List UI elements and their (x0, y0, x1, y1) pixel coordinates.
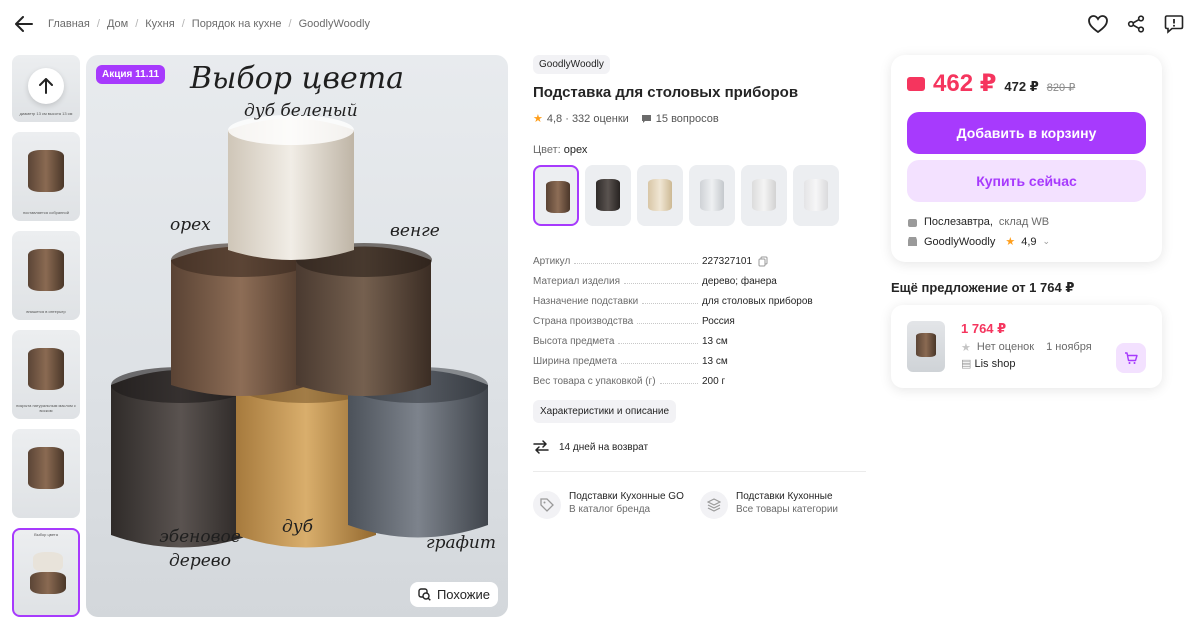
spec-row: Высота предмета 13 см (533, 335, 728, 347)
spec-row: Вес товара с упаковкой (г) 200 г (533, 375, 726, 387)
spec-row: Ширина предмета 13 см (533, 355, 728, 367)
spec-row: Страна производства Россия (533, 315, 735, 327)
product-image[interactable]: Акция 11.11 Выбор цвета дуб беленый орех… (86, 55, 508, 617)
color-caption: эбеновое дерево (159, 527, 241, 571)
wallet-icon (907, 76, 925, 91)
cart-icon (1125, 351, 1138, 364)
shop-icon (908, 237, 917, 246)
offer-rating: Нет оценок (976, 341, 1035, 353)
shop-icon: ▤ (961, 358, 972, 370)
seller-info[interactable]: GoodlyWoodly ★ 4,9 ⌄ (907, 235, 1146, 248)
questions-count: 15 вопросов (655, 112, 719, 125)
divider (533, 471, 866, 472)
thumbnail[interactable]: покрыта натуральным маслом с воском (12, 330, 80, 419)
color-caption: орех (170, 215, 211, 235)
breadcrumb-item[interactable]: GoodlyWoodly (299, 18, 370, 30)
similar-label: Похожие (436, 587, 490, 602)
product-info: GoodlyWoodly Подставка для столовых приб… (533, 55, 866, 519)
tag-icon (540, 498, 554, 512)
price-main: 462 ₽ (933, 70, 997, 97)
similar-button[interactable]: Похожие (409, 582, 498, 607)
color-label: Цвет: орех (533, 144, 588, 156)
offer-shop: Lis shop (974, 358, 1016, 370)
return-arrows-icon (533, 440, 549, 454)
star-icon: ★ (1005, 236, 1016, 248)
color-caption: графит (426, 533, 496, 553)
thumbnail[interactable]: впишется в интерьер (12, 231, 80, 320)
breadcrumb: Главная / Дом / Кухня / Порядок на кухне / G… (48, 18, 370, 30)
share-button[interactable] (1124, 12, 1148, 36)
thumbnail-caption: впишется в интерьер (26, 309, 66, 314)
questions-link[interactable]: 15 вопросов (641, 113, 719, 125)
star-icon: ★ (961, 342, 971, 354)
arrow-up-icon (39, 78, 53, 94)
layers-icon (707, 498, 721, 512)
color-caption: дуб беленый (244, 101, 358, 121)
spec-row: Материал изделия дерево; фанера (533, 275, 777, 287)
thumbnail[interactable]: поставляется собранной (12, 132, 80, 221)
star-icon: ★ (533, 113, 543, 125)
spec-list: Артикул 227327101 Материал изделия дерево;… (533, 251, 866, 391)
characteristics-button[interactable]: Характеристики и описание (533, 400, 677, 423)
chevron-down-icon: ⌄ (1042, 236, 1051, 246)
category-link[interactable]: Подставки Кухонные Все товары категории (700, 491, 857, 519)
thumbnail-caption: поставляется собранной (23, 210, 69, 215)
buy-card: 462 ₽ 472 ₽ 820 ₽ Добавить в корзину Куп… (891, 55, 1162, 262)
breadcrumb-item[interactable]: Дом (107, 18, 128, 30)
color-swatch-wenge[interactable] (741, 165, 787, 226)
offer-date: 1 ноября (1046, 341, 1092, 353)
offer-add-to-cart-button[interactable] (1116, 343, 1146, 373)
thumbnail-active[interactable]: Выбор цвета (12, 528, 80, 617)
add-to-cart-button[interactable]: Добавить в корзину (907, 112, 1146, 154)
color-swatch-oak[interactable] (637, 165, 683, 226)
favorite-button[interactable] (1086, 12, 1110, 36)
report-button[interactable] (1162, 12, 1186, 36)
thumbnail-caption: диаметр 13 см высота 13 см (19, 111, 73, 116)
more-offers-title: Ещё предложение от 1 764 ₽ (891, 280, 1075, 295)
back-button[interactable] (12, 12, 36, 36)
return-text: 14 дней на возврат (559, 441, 649, 453)
spec-row: Артикул 227327101 (533, 251, 866, 271)
color-value: орех (563, 144, 588, 156)
product-title: Подставка для столовых приборов (533, 84, 799, 101)
offer-card[interactable]: 1 764 ₽ ★ Нет оценок 1 ноября ▤ Lis shop (891, 305, 1162, 388)
breadcrumb-item[interactable]: Порядок на кухне (192, 18, 282, 30)
brand-catalog-link[interactable]: Подставки Кухонные GO В каталог бренда (533, 491, 690, 519)
price-secondary: 472 ₽ (1004, 79, 1039, 94)
color-swatch-ebony[interactable] (585, 165, 631, 226)
image-title: Выбор цвета (189, 61, 405, 96)
delivery-info: Послезавтра, склад WB (907, 216, 1146, 228)
color-swatches (533, 165, 866, 226)
thumbnail-list: диаметр 13 см высота 13 см поставляется … (12, 55, 80, 626)
color-swatch-bleached-oak[interactable] (793, 165, 839, 226)
offer-price: 1 764 ₽ (961, 321, 1007, 336)
seller-rating: 4,9 (1021, 235, 1037, 248)
arrow-left-icon (15, 16, 33, 32)
breadcrumb-item[interactable]: Кухня (145, 18, 174, 30)
price-old: 820 ₽ (1046, 82, 1076, 94)
thumbnail-caption: Выбор цвета (34, 532, 58, 537)
breadcrumb-item[interactable]: Главная (48, 18, 90, 30)
similar-search-icon (418, 588, 431, 601)
color-caption: венге (390, 221, 440, 241)
return-info[interactable]: 14 дней на возврат (533, 440, 866, 454)
brand-chip[interactable]: GoodlyWoodly (533, 55, 610, 74)
color-swatch-graphite[interactable] (689, 165, 735, 226)
box-icon (908, 218, 917, 227)
chat-icon (641, 114, 651, 123)
heart-icon (1088, 15, 1108, 33)
scroll-up-button[interactable] (28, 68, 64, 104)
thumbnail[interactable] (12, 429, 80, 518)
spec-row: Назначение подставки для столовых приборо… (533, 295, 813, 307)
color-swatch-walnut[interactable] (533, 165, 579, 226)
color-caption: дуб (282, 517, 314, 537)
copy-icon[interactable] (758, 256, 768, 267)
rating-text[interactable]: 4,8 · 332 оценки (547, 113, 629, 125)
offer-image (907, 321, 945, 372)
buy-now-button[interactable]: Купить сейчас (907, 160, 1146, 202)
share-icon (1127, 15, 1145, 33)
feedback-icon (1164, 15, 1184, 34)
thumbnail-caption: покрыта натуральным маслом с воском (16, 403, 76, 413)
